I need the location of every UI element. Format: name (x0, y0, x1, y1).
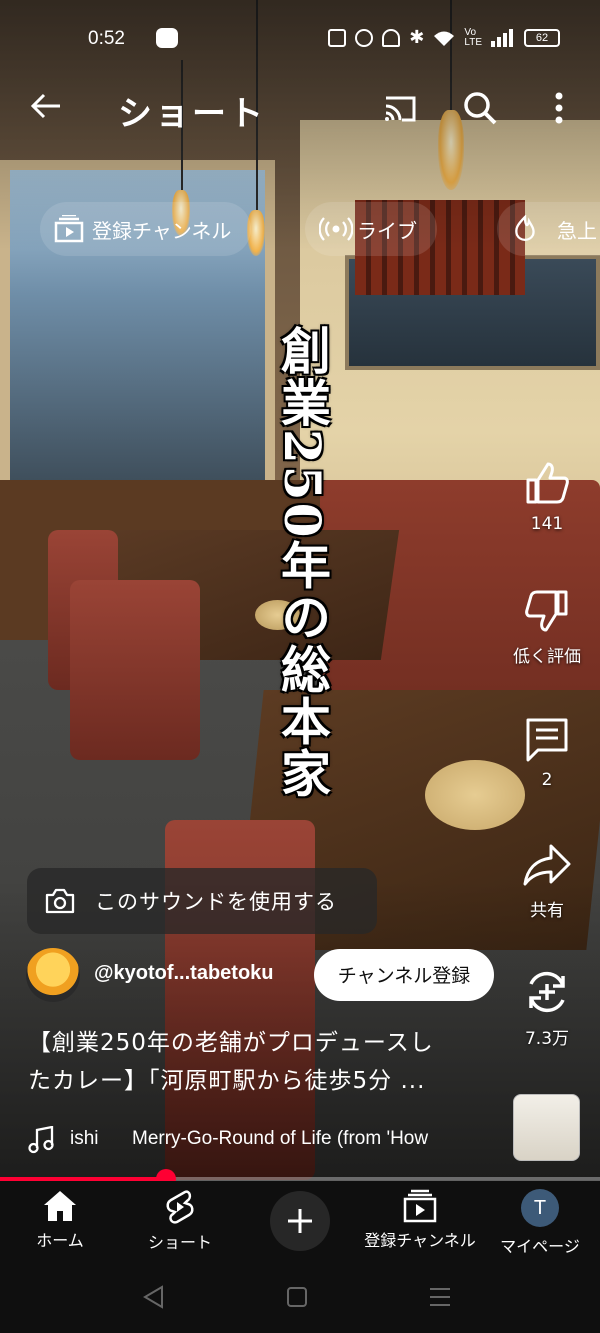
nav-label: ショート (147, 1233, 212, 1252)
system-menu-icon[interactable] (428, 1285, 452, 1313)
subscribe-button[interactable]: チャンネル登録 (314, 949, 494, 1001)
dislike-label: 低く評価 (513, 647, 581, 667)
remix-count: 7.3万 (524, 1029, 570, 1049)
home-icon (44, 1191, 76, 1221)
mute-icon (382, 28, 401, 47)
use-sound-label: このサウンドを使用する (95, 890, 337, 914)
comment-count: 2 (541, 770, 553, 790)
system-back-icon[interactable] (142, 1285, 164, 1313)
chip-label: ライブ (357, 218, 417, 243)
music-track: Merry-Go-Round of Life (from 'How (132, 1128, 429, 1149)
nav-label: 登録チャンネル (364, 1231, 476, 1250)
nav-shorts[interactable]: ショート (120, 1189, 240, 1253)
line-icon (156, 28, 178, 48)
subscriptions-icon (54, 215, 84, 243)
chip-subscriptions[interactable]: 登録チャンネル (40, 202, 252, 256)
music-note-icon (28, 1126, 54, 1154)
chip-trending[interactable]: 急上 (497, 202, 600, 256)
music-artist: ishi (70, 1128, 99, 1149)
system-home-icon[interactable] (286, 1285, 308, 1313)
live-icon (319, 217, 353, 241)
music-info[interactable]: ishi Merry-Go-Round of Life (from 'How (28, 1124, 498, 1154)
nfc-icon (328, 28, 347, 47)
video-background (70, 580, 200, 760)
channel-handle[interactable]: @kyotof...tabetoku (94, 962, 274, 985)
status-icons: ✱ Vo LTE 62 (328, 27, 560, 48)
bluetooth-icon: ✱ (409, 27, 425, 48)
nav-label: マイページ (500, 1237, 580, 1256)
thumbs-down-icon (525, 590, 568, 632)
video-background (425, 760, 525, 830)
comment-button[interactable]: 2 (512, 716, 582, 790)
more-vert-icon[interactable] (541, 90, 577, 126)
nav-home[interactable]: ホーム (0, 1189, 120, 1251)
signal-icon (491, 28, 513, 47)
bottom-nav: ホーム ショート 登録チャンネル T マイページ (0, 1181, 600, 1263)
status-bar: 0:52 ✱ Vo LTE 62 (0, 20, 600, 60)
nav-label: ホーム (36, 1231, 84, 1250)
alarm-icon (355, 28, 374, 47)
system-nav-bar (0, 1263, 600, 1333)
share-button[interactable]: 共有 (512, 842, 582, 921)
back-arrow-icon[interactable] (30, 90, 62, 122)
chip-live[interactable]: ライブ (305, 202, 437, 256)
like-count: 141 (530, 514, 564, 534)
remix-button[interactable]: 7.3万 (512, 968, 582, 1049)
channel-avatar[interactable] (26, 948, 80, 1002)
trending-icon (515, 215, 535, 242)
plus-icon (288, 1209, 312, 1233)
page-title: ショート (118, 94, 266, 134)
battery-icon: 62 (524, 28, 560, 47)
create-button[interactable] (270, 1191, 330, 1251)
video-overlay-caption: 創業250年の総本家 (273, 325, 332, 800)
filter-chips: 登録チャンネル ライブ 急上 (0, 202, 600, 256)
camera-icon (45, 888, 75, 914)
channel-row: @kyotof...tabetoku チャンネル登録 (26, 948, 496, 1002)
shorts-icon (166, 1190, 194, 1224)
chip-label: 急上 (557, 218, 597, 243)
video-title-line: たカレー】「河原町駅から徒歩5分 ... (28, 1068, 426, 1094)
video-title[interactable]: 【創業250年の老舗がプロデュースし たカレー】「河原町駅から徒歩5分 ... (28, 1024, 488, 1100)
comment-icon (526, 718, 568, 762)
user-avatar: T (521, 1189, 559, 1227)
share-icon (523, 844, 571, 886)
use-sound-button[interactable]: このサウンドを使用する (27, 868, 377, 934)
status-time: 0:52 (88, 28, 125, 49)
wifi-icon (434, 31, 455, 46)
like-button[interactable]: 141 (512, 460, 582, 534)
music-thumbnail[interactable] (513, 1094, 580, 1161)
remix-icon (529, 971, 565, 1013)
app-bar: ショート (0, 80, 600, 136)
cast-icon[interactable] (382, 90, 418, 126)
thumbs-up-icon (526, 462, 569, 504)
volte-icon: Vo LTE (464, 26, 482, 48)
dislike-button[interactable]: 低く評価 (505, 588, 589, 667)
chip-label: 登録チャンネル (92, 218, 232, 243)
share-label: 共有 (530, 901, 564, 921)
subscriptions-icon (403, 1189, 437, 1223)
nav-me[interactable]: T マイページ (480, 1189, 600, 1257)
nav-subscriptions[interactable]: 登録チャンネル (360, 1189, 480, 1251)
search-icon[interactable] (462, 90, 498, 126)
video-title-line: 【創業250年の老舗がプロデュースし (28, 1030, 434, 1056)
